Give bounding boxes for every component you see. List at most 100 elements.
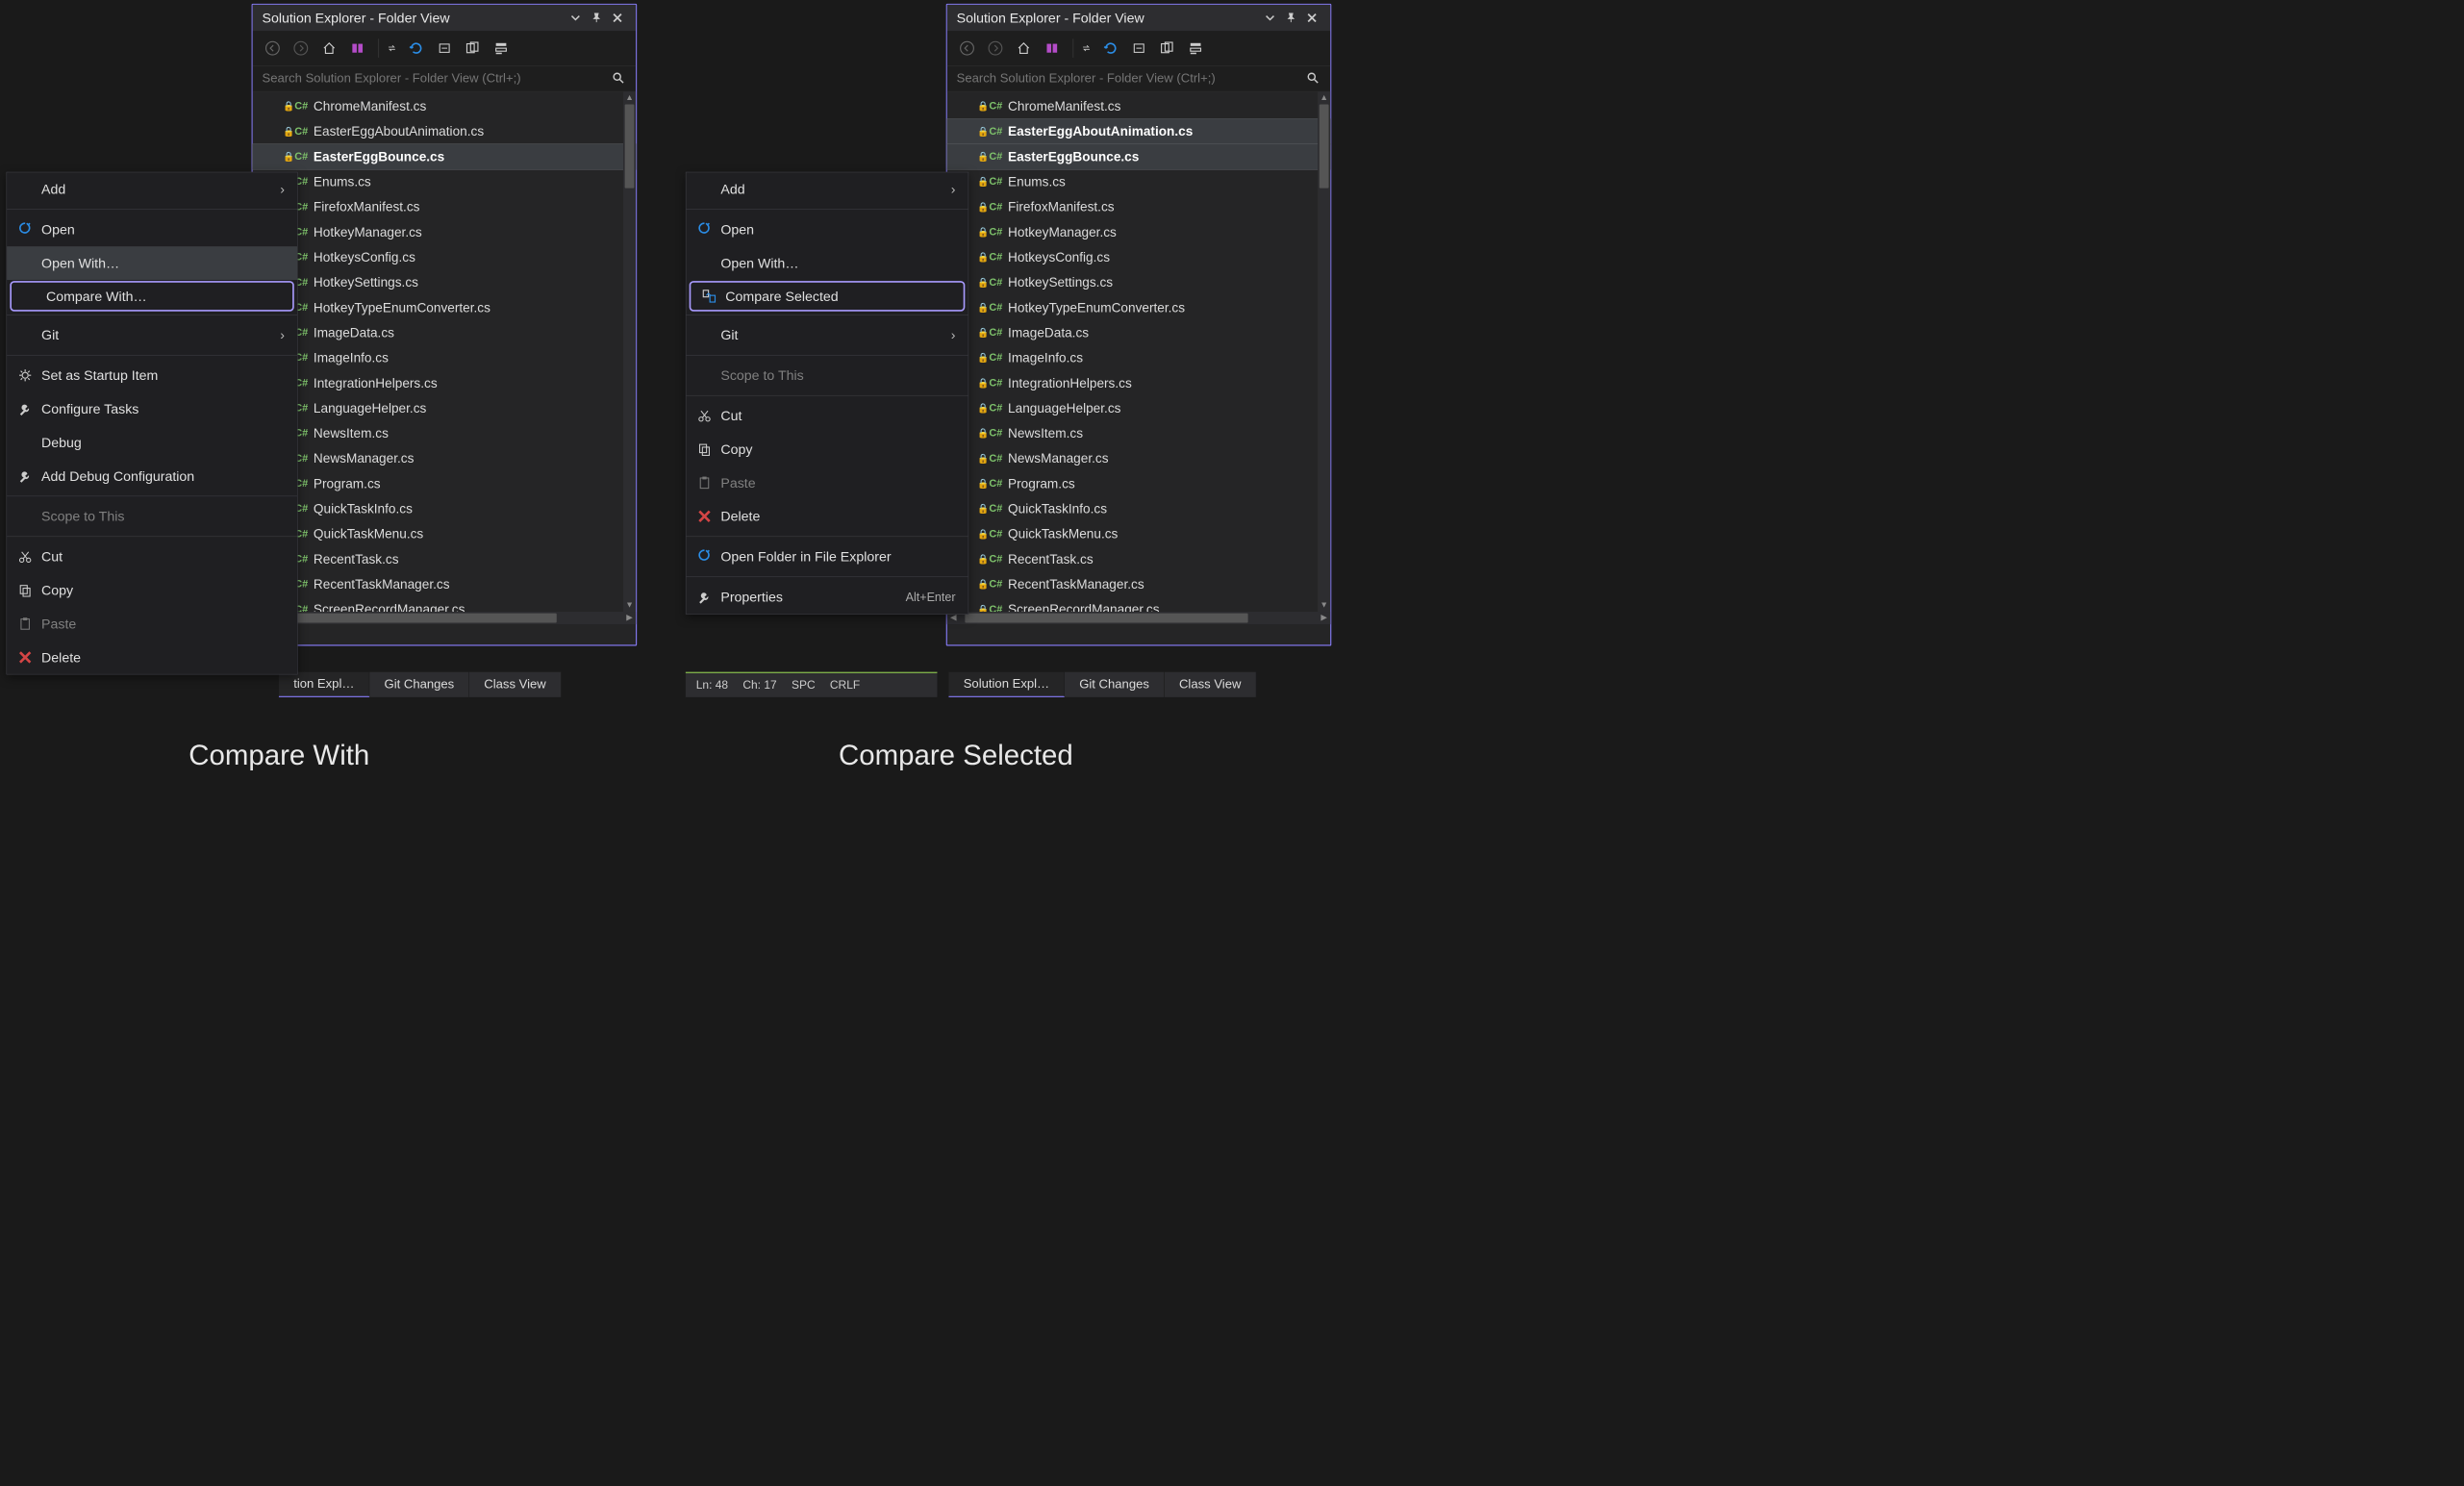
properties-icon[interactable]	[491, 38, 511, 58]
horizontal-scrollbar[interactable]: ◀ ▶	[947, 612, 1330, 624]
menu-item-open[interactable]: Open	[7, 213, 297, 246]
dropdown-icon[interactable]	[1261, 9, 1279, 27]
file-item[interactable]: 🔒C#ChromeManifest.cs	[947, 94, 1330, 119]
file-item[interactable]: 🔒C#HotkeySettings.cs	[947, 270, 1330, 295]
file-item[interactable]: 🔒C#HotkeyManager.cs	[947, 219, 1330, 244]
file-item[interactable]: 🔒C#NewsManager.cs	[947, 446, 1330, 471]
menu-item-compare-selected[interactable]: Compare Selected	[690, 281, 966, 312]
file-item[interactable]: 🔒C#Enums.cs	[947, 169, 1330, 194]
tab-class-view[interactable]: Class View	[1165, 672, 1257, 697]
home-icon[interactable]	[319, 38, 339, 58]
file-item[interactable]: 🔒C#IntegrationHelpers.cs	[947, 370, 1330, 395]
menu-item-open-with[interactable]: Open With…	[7, 246, 297, 280]
solution-explorer-search[interactable]	[947, 65, 1330, 91]
menu-item-open-with[interactable]: Open With…	[686, 246, 968, 280]
file-item[interactable]: 🔒C#RecentTaskManager.cs	[947, 572, 1330, 597]
refresh-icon[interactable]	[1101, 38, 1120, 58]
file-item[interactable]: 🔒C#QuickTaskMenu.cs	[947, 521, 1330, 546]
file-item[interactable]: 🔒C#Enums.cs	[253, 169, 636, 194]
show-all-icon[interactable]	[464, 38, 483, 58]
file-item[interactable]: 🔒C#EasterEggAboutAnimation.cs	[947, 119, 1330, 144]
home-icon[interactable]	[1015, 38, 1034, 58]
file-item[interactable]: 🔒C#HotkeyTypeEnumConverter.cs	[253, 295, 636, 320]
search-icon[interactable]	[612, 71, 626, 86]
tab-solution-explorer[interactable]: tion Expl…	[279, 672, 369, 697]
close-icon[interactable]	[1303, 9, 1321, 27]
file-item[interactable]: 🔒C#NewsItem.cs	[947, 421, 1330, 446]
forward-icon[interactable]	[291, 38, 311, 58]
menu-item-debug[interactable]: Debug	[7, 426, 297, 460]
menu-item-set-startup[interactable]: Set as Startup Item	[7, 359, 297, 392]
file-item[interactable]: 🔒C#Program.cs	[947, 471, 1330, 496]
vertical-scrollbar[interactable]: ▲ ▼	[623, 91, 636, 624]
file-item[interactable]: 🔒C#LanguageHelper.cs	[947, 395, 1330, 420]
file-item[interactable]: 🔒C#FirefoxManifest.cs	[947, 194, 1330, 219]
refresh-icon[interactable]	[407, 38, 426, 58]
menu-item-properties[interactable]: Properties Alt+Enter	[686, 580, 968, 614]
file-item[interactable]: 🔒C#ImageInfo.cs	[253, 345, 636, 370]
file-item[interactable]: 🔒C#FirefoxManifest.cs	[253, 194, 636, 219]
tab-solution-explorer[interactable]: Solution Expl…	[948, 672, 1064, 697]
menu-item-cut[interactable]: Cut	[7, 540, 297, 573]
file-item[interactable]: 🔒C#HotkeyManager.cs	[253, 219, 636, 244]
file-item[interactable]: 🔒C#RecentTask.cs	[253, 546, 636, 571]
file-item[interactable]: 🔒C#QuickTaskInfo.cs	[947, 496, 1330, 521]
file-item[interactable]: 🔒C#RecentTaskManager.cs	[253, 572, 636, 597]
menu-item-open[interactable]: Open	[686, 213, 968, 246]
menu-item-copy[interactable]: Copy	[7, 573, 297, 607]
file-item[interactable]: 🔒C#EasterEggBounce.cs	[947, 144, 1330, 169]
file-item[interactable]: 🔒C#ImageInfo.cs	[947, 345, 1330, 370]
file-item[interactable]: 🔒C#NewsManager.cs	[253, 446, 636, 471]
close-icon[interactable]	[609, 9, 627, 27]
search-input[interactable]	[957, 71, 1307, 86]
menu-item-configure-tasks[interactable]: Configure Tasks	[7, 392, 297, 426]
dropdown-icon[interactable]	[566, 9, 585, 27]
horizontal-scrollbar[interactable]: ◀ ▶	[253, 612, 636, 624]
solution-switch-icon[interactable]	[1043, 38, 1062, 58]
pin-icon[interactable]	[588, 9, 606, 27]
tab-git-changes[interactable]: Git Changes	[1065, 672, 1165, 697]
sync-icon[interactable]	[378, 38, 397, 58]
search-icon[interactable]	[1306, 71, 1320, 86]
file-item[interactable]: 🔒C#RecentTask.cs	[947, 546, 1330, 571]
file-item[interactable]: 🔒C#ImageData.cs	[947, 320, 1330, 345]
collapse-icon[interactable]	[435, 38, 454, 58]
solution-explorer-search[interactable]	[253, 65, 636, 91]
menu-item-copy[interactable]: Copy	[686, 433, 968, 466]
menu-item-add[interactable]: Add›	[686, 172, 968, 206]
menu-item-git[interactable]: Git›	[686, 318, 968, 352]
file-item[interactable]: 🔒C#EasterEggAboutAnimation.cs	[253, 119, 636, 144]
forward-icon[interactable]	[986, 38, 1005, 58]
file-item[interactable]: 🔒C#ImageData.cs	[253, 320, 636, 345]
file-item[interactable]: 🔒C#HotkeysConfig.cs	[253, 245, 636, 270]
tab-git-changes[interactable]: Git Changes	[369, 672, 469, 697]
back-icon[interactable]	[264, 38, 283, 58]
file-item[interactable]: 🔒C#IntegrationHelpers.cs	[253, 370, 636, 395]
file-item[interactable]: 🔒C#HotkeyTypeEnumConverter.cs	[947, 295, 1330, 320]
collapse-icon[interactable]	[1129, 38, 1148, 58]
properties-icon[interactable]	[1186, 38, 1205, 58]
file-item[interactable]: 🔒C#EasterEggBounce.cs	[253, 144, 636, 169]
show-all-icon[interactable]	[1158, 38, 1177, 58]
file-item[interactable]: 🔒C#HotkeysConfig.cs	[947, 245, 1330, 270]
file-item[interactable]: 🔒C#QuickTaskInfo.cs	[253, 496, 636, 521]
menu-item-cut[interactable]: Cut	[686, 399, 968, 433]
menu-item-delete[interactable]: Delete	[7, 641, 297, 674]
vertical-scrollbar[interactable]: ▲ ▼	[1318, 91, 1330, 624]
search-input[interactable]	[263, 71, 613, 86]
sync-icon[interactable]	[1073, 38, 1093, 58]
file-item[interactable]: 🔒C#LanguageHelper.cs	[253, 395, 636, 420]
menu-item-add[interactable]: Add›	[7, 172, 297, 206]
file-item[interactable]: 🔒C#NewsItem.cs	[253, 421, 636, 446]
solution-switch-icon[interactable]	[348, 38, 367, 58]
menu-item-compare-with[interactable]: Compare With…	[10, 281, 293, 312]
menu-item-git[interactable]: Git›	[7, 318, 297, 352]
file-item[interactable]: 🔒C#Program.cs	[253, 471, 636, 496]
menu-item-open-folder[interactable]: Open Folder in File Explorer	[686, 540, 968, 573]
back-icon[interactable]	[958, 38, 977, 58]
menu-item-add-debug-config[interactable]: Add Debug Configuration	[7, 459, 297, 492]
tab-class-view[interactable]: Class View	[469, 672, 562, 697]
file-item[interactable]: 🔒C#ChromeManifest.cs	[253, 94, 636, 119]
pin-icon[interactable]	[1282, 9, 1300, 27]
file-item[interactable]: 🔒C#QuickTaskMenu.cs	[253, 521, 636, 546]
